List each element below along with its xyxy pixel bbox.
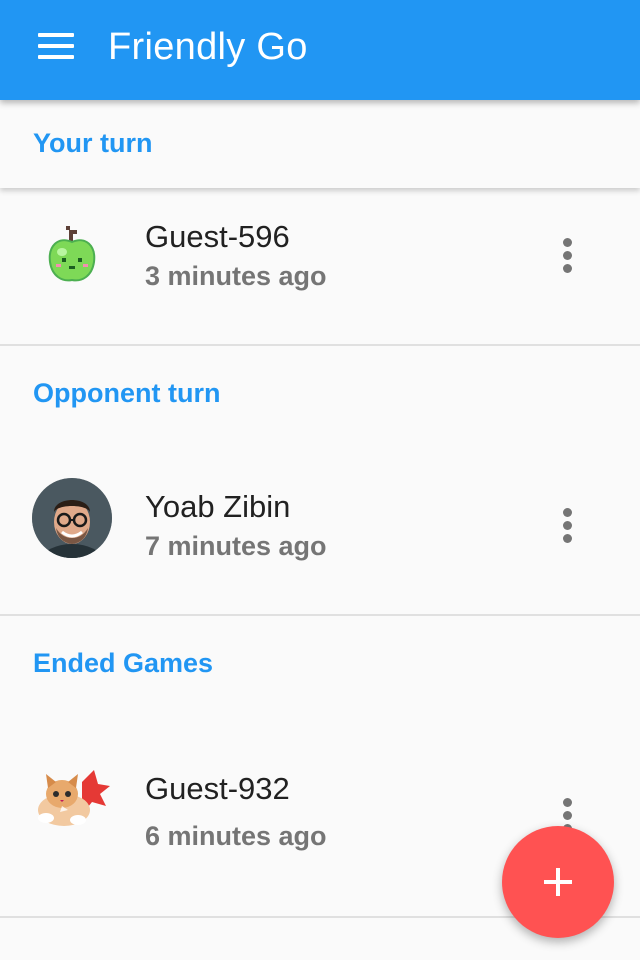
game-row[interactable]: Guest-596 3 minutes ago (0, 188, 640, 338)
section-header-opponent-turn: Opponent turn (0, 346, 640, 436)
player-name: Guest-932 (145, 771, 290, 806)
section-label: Your turn (33, 128, 153, 158)
section-label: Ended Games (33, 648, 214, 678)
green-apple-avatar (32, 216, 112, 296)
user-photo-avatar (32, 478, 112, 558)
more-vert-icon[interactable] (548, 501, 588, 551)
section-header-ended-games: Ended Games (0, 616, 640, 706)
game-time: 3 minutes ago (145, 261, 327, 291)
new-game-fab-button[interactable] (502, 826, 614, 938)
player-name: Guest-596 (145, 219, 290, 254)
more-vert-icon[interactable] (548, 231, 588, 281)
game-row[interactable]: Yoab Zibin 7 minutes ago (0, 436, 640, 586)
hamburger-menu-icon[interactable] (26, 26, 86, 66)
app-title: Friendly Go (108, 26, 308, 68)
section-label: Opponent turn (33, 378, 221, 408)
game-time: 7 minutes ago (145, 531, 327, 561)
game-time: 6 minutes ago (145, 821, 327, 851)
kitten-avatar (32, 760, 112, 840)
player-name: Yoab Zibin (145, 489, 291, 524)
section-header-your-turn: Your turn (0, 100, 640, 188)
app-bar: Friendly Go (0, 0, 640, 100)
